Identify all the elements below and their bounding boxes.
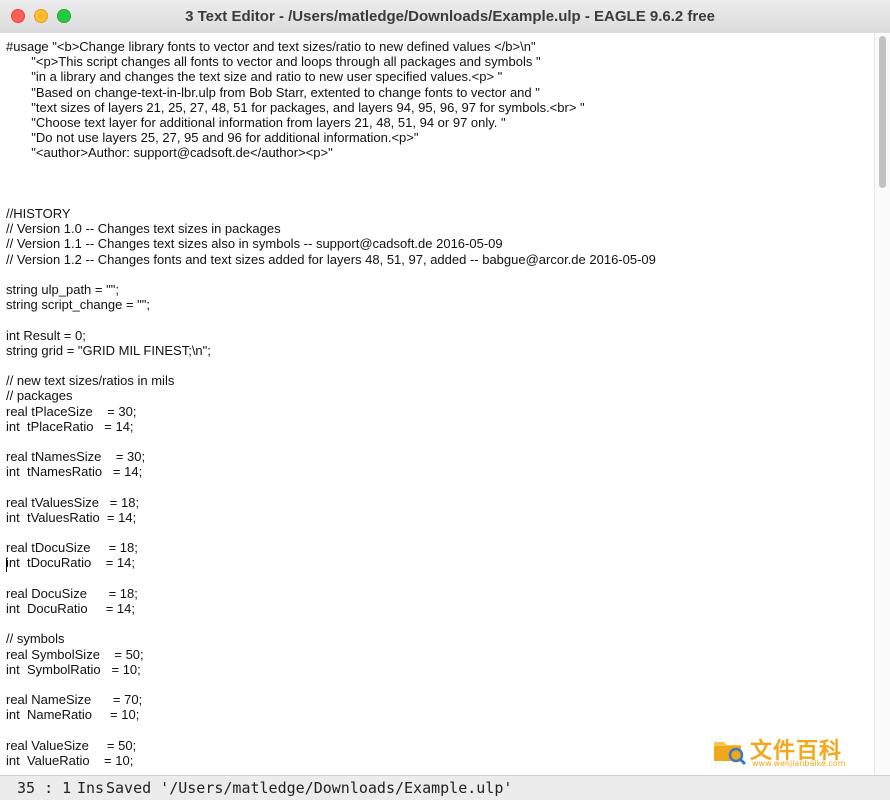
folder-search-icon <box>714 742 747 766</box>
code-line[interactable]: int tDocuRatio = 14; <box>6 555 874 570</box>
code-line[interactable]: ​ <box>6 312 874 327</box>
code-line[interactable]: // Version 1.2 -- Changes fonts and text… <box>6 252 874 267</box>
code-line[interactable]: string grid = "GRID MIL FINEST;\n"; <box>6 343 874 358</box>
watermark: 文件百科 www.wenjianbaike.com <box>712 733 872 769</box>
code-line[interactable]: int tPlaceRatio = 14; <box>6 419 874 434</box>
text-editor-window: 3 Text Editor - /Users/matledge/Download… <box>0 0 890 800</box>
code-line[interactable]: real tDocuSize = 18; <box>6 540 874 555</box>
code-line[interactable]: ​ <box>6 161 874 176</box>
status-bar: 35 : 1 Ins Saved '/Users/matledge/Downlo… <box>0 775 890 800</box>
text-cursor <box>6 558 7 572</box>
code-line[interactable]: ​ <box>6 191 874 206</box>
code-line[interactable]: ​ <box>6 677 874 692</box>
code-line[interactable]: "Do not use layers 25, 27, 95 and 96 for… <box>6 130 874 145</box>
code-line[interactable]: int NameRatio = 10; <box>6 707 874 722</box>
code-text[interactable]: #usage "<b>Change library fonts to vecto… <box>0 33 874 768</box>
code-line[interactable]: // new text sizes/ratios in mils <box>6 373 874 388</box>
code-line[interactable]: #usage "<b>Change library fonts to vecto… <box>6 39 874 54</box>
code-line[interactable]: "<p>This script changes all fonts to vec… <box>6 54 874 69</box>
code-line[interactable]: real tValuesSize = 18; <box>6 495 874 510</box>
code-line[interactable]: real SymbolSize = 50; <box>6 647 874 662</box>
code-line[interactable]: "text sizes of layers 21, 25, 27, 48, 51… <box>6 100 874 115</box>
code-line[interactable]: ​ <box>6 616 874 631</box>
window-title: 3 Text Editor - /Users/matledge/Download… <box>185 8 715 25</box>
vertical-scrollbar[interactable] <box>874 33 890 775</box>
code-line[interactable]: int DocuRatio = 14; <box>6 601 874 616</box>
code-line[interactable]: "Choose text layer for additional inform… <box>6 115 874 130</box>
code-line[interactable]: // packages <box>6 388 874 403</box>
scrollbar-thumb[interactable] <box>879 36 886 188</box>
code-line[interactable]: string ulp_path = ""; <box>6 282 874 297</box>
title-bar[interactable]: 3 Text Editor - /Users/matledge/Download… <box>0 0 890 34</box>
code-line[interactable]: "<author>Author: support@cadsoft.de</aut… <box>6 145 874 160</box>
code-line[interactable]: ​ <box>6 358 874 373</box>
watermark-url: www.wenjianbaike.com <box>752 759 846 768</box>
code-editor[interactable]: #usage "<b>Change library fonts to vecto… <box>0 33 874 775</box>
code-line[interactable]: string script_change = ""; <box>6 297 874 312</box>
code-line[interactable]: int tValuesRatio = 14; <box>6 510 874 525</box>
code-line[interactable]: ​ <box>6 176 874 191</box>
code-line[interactable]: "in a library and changes the text size … <box>6 69 874 84</box>
code-line[interactable]: int SymbolRatio = 10; <box>6 662 874 677</box>
code-line[interactable]: ​ <box>6 479 874 494</box>
code-line[interactable]: ​ <box>6 525 874 540</box>
status-message: Saved '/Users/matledge/Downloads/Example… <box>106 779 513 797</box>
code-line[interactable]: ​ <box>6 571 874 586</box>
code-line[interactable]: ​ <box>6 434 874 449</box>
code-line[interactable]: // Version 1.1 -- Changes text sizes als… <box>6 236 874 251</box>
code-line[interactable]: //HISTORY <box>6 206 874 221</box>
code-line[interactable]: real tNamesSize = 30; <box>6 449 874 464</box>
code-line[interactable]: int tNamesRatio = 14; <box>6 464 874 479</box>
code-line[interactable]: int Result = 0; <box>6 328 874 343</box>
code-line[interactable]: real tPlaceSize = 30; <box>6 404 874 419</box>
code-line[interactable]: real NameSize = 70; <box>6 692 874 707</box>
code-line[interactable]: // symbols <box>6 631 874 646</box>
cursor-position: 35 : 1 <box>17 779 72 797</box>
code-line[interactable]: "Based on change-text-in-lbr.ulp from Bo… <box>6 85 874 100</box>
code-line[interactable]: ​ <box>6 267 874 282</box>
code-line[interactable]: // Version 1.0 -- Changes text sizes in … <box>6 221 874 236</box>
code-line[interactable]: real DocuSize = 18; <box>6 586 874 601</box>
insert-mode: Ins <box>77 779 105 797</box>
